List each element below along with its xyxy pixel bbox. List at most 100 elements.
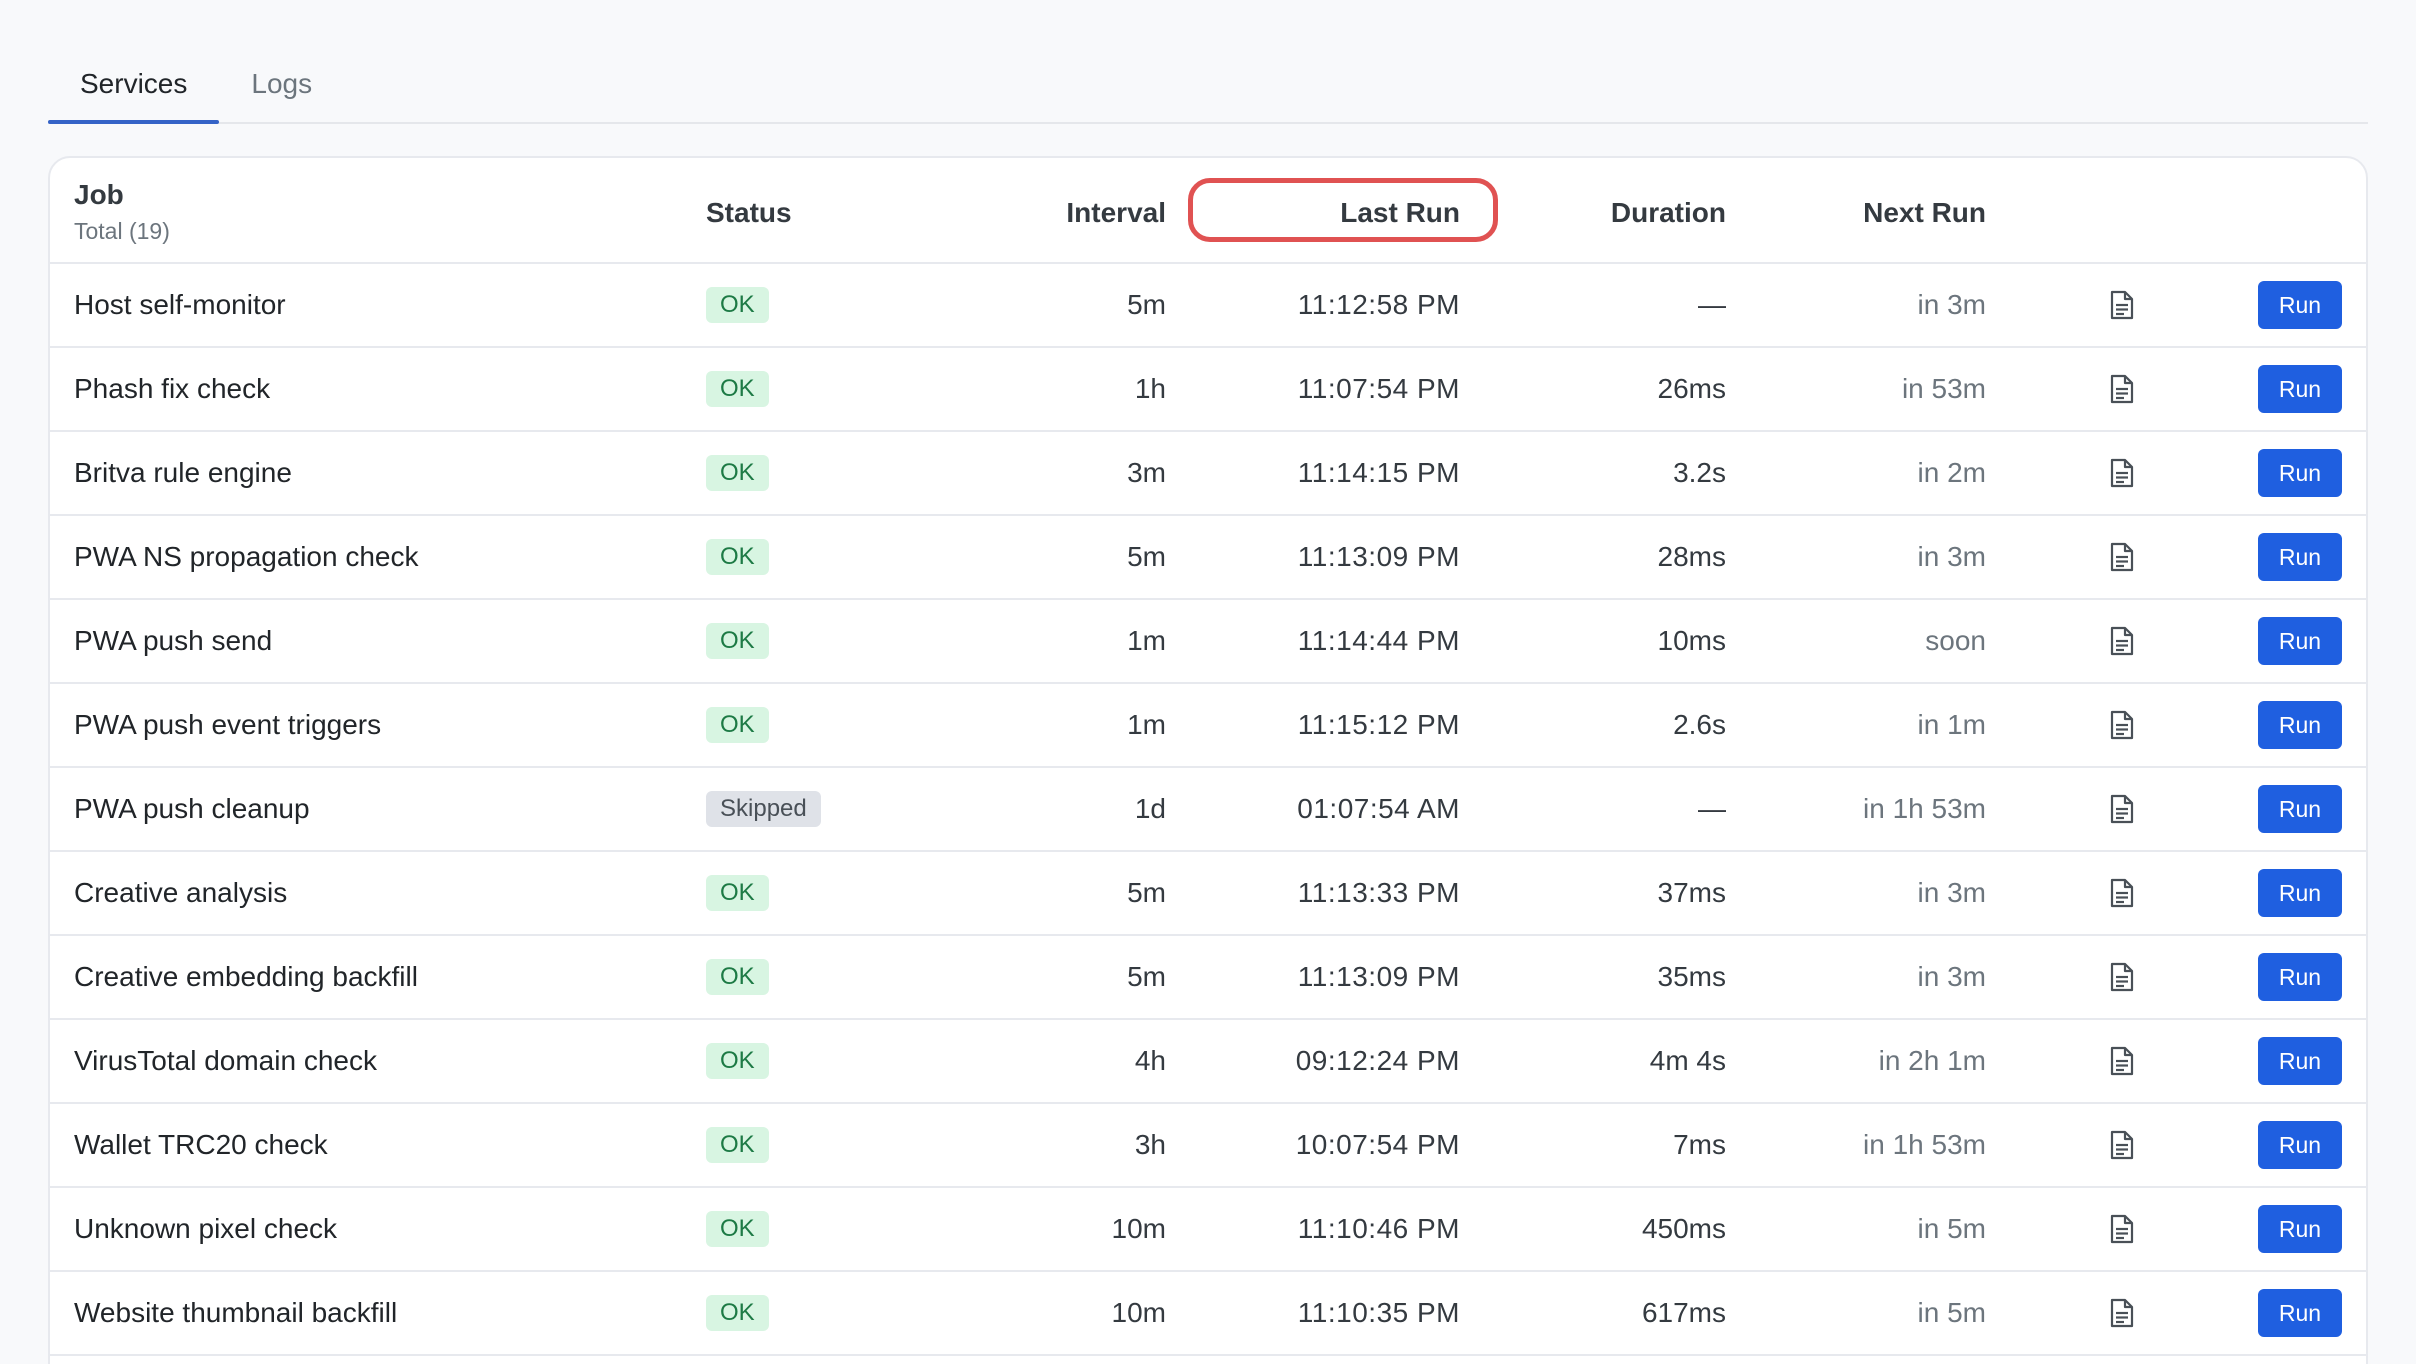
document-icon-svg bbox=[2110, 710, 2134, 740]
document-icon[interactable] bbox=[2104, 1188, 2140, 1270]
status-badge: OK bbox=[706, 287, 769, 323]
run-button[interactable]: Run bbox=[2258, 701, 2342, 749]
header-last-run[interactable]: Last Run bbox=[1340, 196, 1460, 230]
table-header: Job Total (19) Status Interval Last Run … bbox=[50, 158, 2366, 264]
last-run-value: 11:15:12 PM bbox=[1297, 709, 1460, 740]
status-badge: OK bbox=[706, 707, 769, 743]
document-icon-svg bbox=[2110, 794, 2134, 824]
page: Services Logs Job Total (19) Status Inte… bbox=[0, 0, 2416, 1364]
status-badge: OK bbox=[706, 371, 769, 407]
document-icon[interactable] bbox=[2104, 516, 2140, 598]
duration-value: — bbox=[1698, 289, 1726, 320]
next-run-value: in 5m bbox=[1917, 1213, 1986, 1244]
tab-logs[interactable]: Logs bbox=[219, 46, 344, 122]
last-run-value: 11:10:46 PM bbox=[1297, 1213, 1460, 1244]
duration-value: 35ms bbox=[1657, 961, 1726, 992]
document-icon-svg bbox=[2110, 458, 2134, 488]
table-row: Unknown pixel check OK 10m 11:10:46 PM 4… bbox=[50, 1188, 2366, 1272]
document-icon[interactable] bbox=[2104, 684, 2140, 766]
tab-bar: Services Logs bbox=[48, 48, 2368, 124]
interval-value: 5m bbox=[1127, 877, 1166, 908]
job-name: Phash fix check bbox=[74, 373, 271, 404]
document-icon-svg bbox=[2110, 962, 2134, 992]
run-button[interactable]: Run bbox=[2258, 449, 2342, 497]
last-run-value: 11:12:58 PM bbox=[1297, 289, 1460, 320]
jobs-table: Job Total (19) Status Interval Last Run … bbox=[48, 156, 2368, 1364]
run-button[interactable]: Run bbox=[2258, 617, 2342, 665]
job-name: Unknown pixel check bbox=[74, 1213, 338, 1244]
interval-value: 4h bbox=[1134, 1045, 1166, 1076]
interval-value: 3m bbox=[1127, 457, 1166, 488]
last-run-value: 11:13:09 PM bbox=[1297, 961, 1460, 992]
table-body: Host self-monitor OK 5m 11:12:58 PM — in… bbox=[50, 264, 2366, 1356]
run-button[interactable]: Run bbox=[2258, 365, 2342, 413]
document-icon-svg bbox=[2110, 1130, 2134, 1160]
status-cell: OK bbox=[706, 852, 769, 934]
status-badge: OK bbox=[706, 1211, 769, 1247]
job-name: Creative embedding backfill bbox=[74, 961, 418, 992]
duration-value: 4m 4s bbox=[1649, 1045, 1726, 1076]
run-button[interactable]: Run bbox=[2258, 1289, 2342, 1337]
next-run-value: in 5m bbox=[1917, 1297, 1986, 1328]
job-name: Wallet TRC20 check bbox=[74, 1129, 328, 1160]
tab-services[interactable]: Services bbox=[48, 46, 220, 124]
next-run-value: in 3m bbox=[1917, 877, 1986, 908]
job-name: Britva rule engine bbox=[74, 457, 292, 488]
document-icon[interactable] bbox=[2104, 1272, 2140, 1354]
status-badge: OK bbox=[706, 875, 769, 911]
next-run-value: in 1m bbox=[1917, 709, 1986, 740]
status-badge: OK bbox=[706, 1043, 769, 1079]
document-icon[interactable] bbox=[2104, 1104, 2140, 1186]
run-button[interactable]: Run bbox=[2258, 785, 2342, 833]
header-job: Job bbox=[74, 179, 124, 210]
duration-value: 26ms bbox=[1657, 373, 1726, 404]
run-button[interactable]: Run bbox=[2258, 869, 2342, 917]
status-badge: OK bbox=[706, 539, 769, 575]
document-icon[interactable] bbox=[2104, 1020, 2140, 1102]
status-cell: Skipped bbox=[706, 768, 821, 850]
document-icon[interactable] bbox=[2104, 264, 2140, 346]
document-icon[interactable] bbox=[2104, 768, 2140, 850]
status-cell: OK bbox=[706, 936, 769, 1018]
run-button[interactable]: Run bbox=[2258, 281, 2342, 329]
table-row: Phash fix check OK 1h 11:07:54 PM 26ms i… bbox=[50, 348, 2366, 432]
table-row: Wallet TRC20 check OK 3h 10:07:54 PM 7ms… bbox=[50, 1104, 2366, 1188]
document-icon[interactable] bbox=[2104, 348, 2140, 430]
header-duration: Duration bbox=[1610, 197, 1726, 228]
run-button[interactable]: Run bbox=[2258, 1121, 2342, 1169]
document-icon-svg bbox=[2110, 1298, 2134, 1328]
document-icon-svg bbox=[2110, 1046, 2134, 1076]
status-badge: OK bbox=[706, 455, 769, 491]
table-row: PWA NS propagation check OK 5m 11:13:09 … bbox=[50, 516, 2366, 600]
table-row: Creative embedding backfill OK 5m 11:13:… bbox=[50, 936, 2366, 1020]
duration-value: 2.6s bbox=[1673, 709, 1726, 740]
status-cell: OK bbox=[706, 516, 769, 598]
interval-value: 5m bbox=[1127, 289, 1166, 320]
run-button[interactable]: Run bbox=[2258, 533, 2342, 581]
status-badge: Skipped bbox=[706, 791, 821, 827]
document-icon-svg bbox=[2110, 542, 2134, 572]
status-cell: OK bbox=[706, 600, 769, 682]
run-button[interactable]: Run bbox=[2258, 1205, 2342, 1253]
next-run-value: in 3m bbox=[1917, 289, 1986, 320]
interval-value: 1d bbox=[1134, 793, 1166, 824]
document-icon-svg bbox=[2110, 878, 2134, 908]
next-run-value: in 1h 53m bbox=[1863, 793, 1986, 824]
status-cell: OK bbox=[706, 348, 769, 430]
table-row: Creative analysis OK 5m 11:13:33 PM 37ms… bbox=[50, 852, 2366, 936]
duration-value: 10ms bbox=[1657, 625, 1726, 656]
job-name: PWA push send bbox=[74, 625, 273, 656]
document-icon[interactable] bbox=[2104, 936, 2140, 1018]
next-run-value: in 3m bbox=[1917, 961, 1986, 992]
document-icon[interactable] bbox=[2104, 432, 2140, 514]
interval-value: 1m bbox=[1127, 625, 1166, 656]
run-button[interactable]: Run bbox=[2258, 953, 2342, 1001]
document-icon-svg bbox=[2110, 1214, 2134, 1244]
job-name: Host self-monitor bbox=[74, 289, 286, 320]
run-button[interactable]: Run bbox=[2258, 1037, 2342, 1085]
document-icon[interactable] bbox=[2104, 852, 2140, 934]
status-cell: OK bbox=[706, 1272, 769, 1354]
document-icon[interactable] bbox=[2104, 600, 2140, 682]
interval-value: 5m bbox=[1127, 541, 1166, 572]
last-run-value: 11:13:33 PM bbox=[1297, 877, 1460, 908]
